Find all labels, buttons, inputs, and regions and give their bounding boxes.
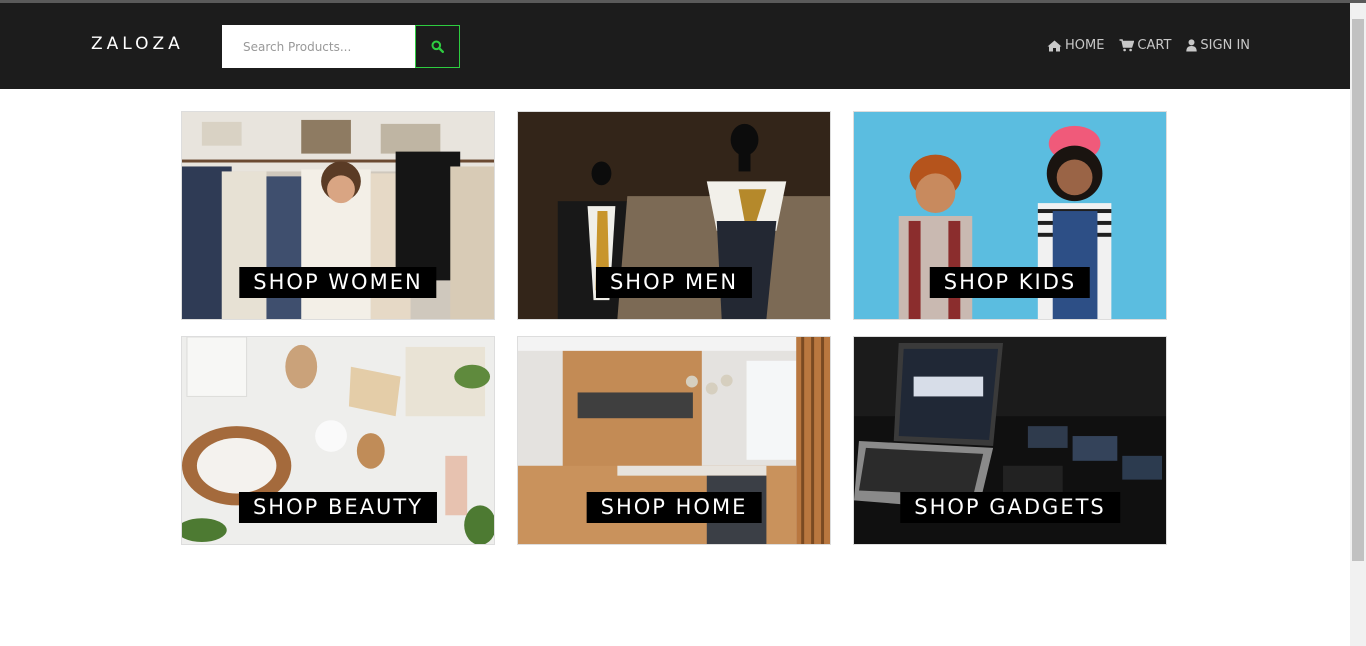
navbar: ZALOZA HOME CART xyxy=(0,3,1350,89)
category-card-gadgets[interactable]: SHOP GADGETS xyxy=(853,336,1167,545)
category-label: SHOP KIDS xyxy=(929,267,1091,298)
page-scrollbar[interactable] xyxy=(1350,3,1366,646)
scrollbar-thumb[interactable] xyxy=(1352,19,1364,561)
user-icon xyxy=(1186,39,1198,52)
nav-signin-label: SIGN IN xyxy=(1200,38,1250,53)
search-button[interactable] xyxy=(415,25,460,68)
home-icon xyxy=(1047,40,1062,51)
category-card-beauty[interactable]: SHOP BEAUTY xyxy=(181,336,495,545)
nav-home-link[interactable]: HOME xyxy=(1047,38,1104,53)
category-card-kids[interactable]: SHOP KIDS xyxy=(853,111,1167,320)
category-label: SHOP HOME xyxy=(586,492,762,523)
brand-logo[interactable]: ZALOZA xyxy=(91,34,184,54)
category-label: SHOP WOMEN xyxy=(239,267,437,298)
nav-links: HOME CART SIGN IN xyxy=(1047,38,1250,53)
category-label: SHOP BEAUTY xyxy=(238,492,438,523)
category-card-home[interactable]: SHOP HOME xyxy=(517,336,831,545)
search-icon xyxy=(431,40,444,53)
category-label: SHOP GADGETS xyxy=(900,492,1120,523)
category-label: SHOP MEN xyxy=(595,267,753,298)
nav-home-label: HOME xyxy=(1064,38,1105,53)
nav-signin-link[interactable]: SIGN IN xyxy=(1186,38,1250,53)
nav-cart-link[interactable]: CART xyxy=(1119,38,1171,53)
category-card-women[interactable]: SHOP WOMEN xyxy=(181,111,495,320)
nav-cart-label: CART xyxy=(1137,38,1172,53)
cart-icon xyxy=(1119,39,1135,52)
category-card-men[interactable]: SHOP MEN xyxy=(517,111,831,320)
search-input[interactable] xyxy=(222,25,415,68)
